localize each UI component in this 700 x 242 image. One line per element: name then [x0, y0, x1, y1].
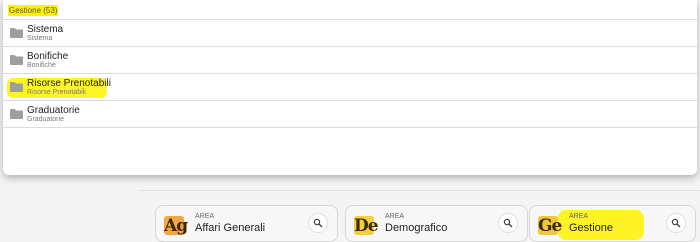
area-label: Affari Generali — [195, 222, 266, 234]
folder-icon — [10, 82, 23, 92]
area-label: Gestione — [569, 222, 614, 234]
list-item-sistema[interactable]: Sistema Sistema — [3, 20, 697, 47]
search-icon — [313, 218, 323, 228]
list-item-sublabel: Risorse Prenotabili — [27, 89, 86, 96]
divider — [140, 190, 700, 191]
list-item-graduatorie[interactable]: Graduatorie Graduatorie — [3, 101, 697, 128]
list-item-label: Risorse Prenotabili — [27, 78, 111, 89]
folder-icon — [10, 55, 23, 65]
list-item-sublabel: Bonifiche — [27, 62, 56, 69]
list-item-label: Bonifiche — [27, 51, 69, 62]
area-card-gestione[interactable]: Ge AREA Gestione — [529, 205, 696, 242]
dropdown-header: Gestione (53) — [3, 0, 697, 20]
area-label: Demografico — [385, 222, 448, 234]
list-item-label: Graduatorie — [27, 105, 80, 116]
area-eyebrow: AREA — [569, 213, 589, 220]
area-eyebrow: AREA — [195, 213, 215, 220]
list-item-risorse-prenotabili[interactable]: Risorse Prenotabili Risorse Prenotabili — [3, 74, 697, 101]
area-card-affari-generali[interactable]: Ag AREA Affari Generali — [155, 205, 338, 242]
area-logo: Ge — [538, 216, 562, 236]
list-item-sublabel: Graduatorie — [27, 116, 64, 123]
area-logo: De — [354, 216, 379, 236]
folder-icon — [10, 109, 23, 119]
list-item-label: Sistema — [27, 24, 64, 35]
area-eyebrow: AREA — [385, 213, 405, 220]
area-dropdown-panel: Gestione (53) Sistema Sistema Bonifiche … — [3, 0, 697, 175]
folder-icon — [10, 28, 23, 38]
search-button[interactable] — [308, 213, 328, 233]
search-button[interactable] — [666, 213, 686, 233]
search-button[interactable] — [498, 213, 518, 233]
list-item-bonifiche[interactable]: Bonifiche Bonifiche — [3, 47, 697, 74]
area-logo: Ag — [164, 216, 188, 236]
dropdown-title: Gestione (53) — [8, 5, 59, 16]
list-item-sublabel: Sistema — [27, 35, 53, 42]
area-card-demografico[interactable]: De AREA Demografico — [345, 205, 528, 242]
search-icon — [503, 218, 513, 228]
search-icon — [671, 218, 681, 228]
